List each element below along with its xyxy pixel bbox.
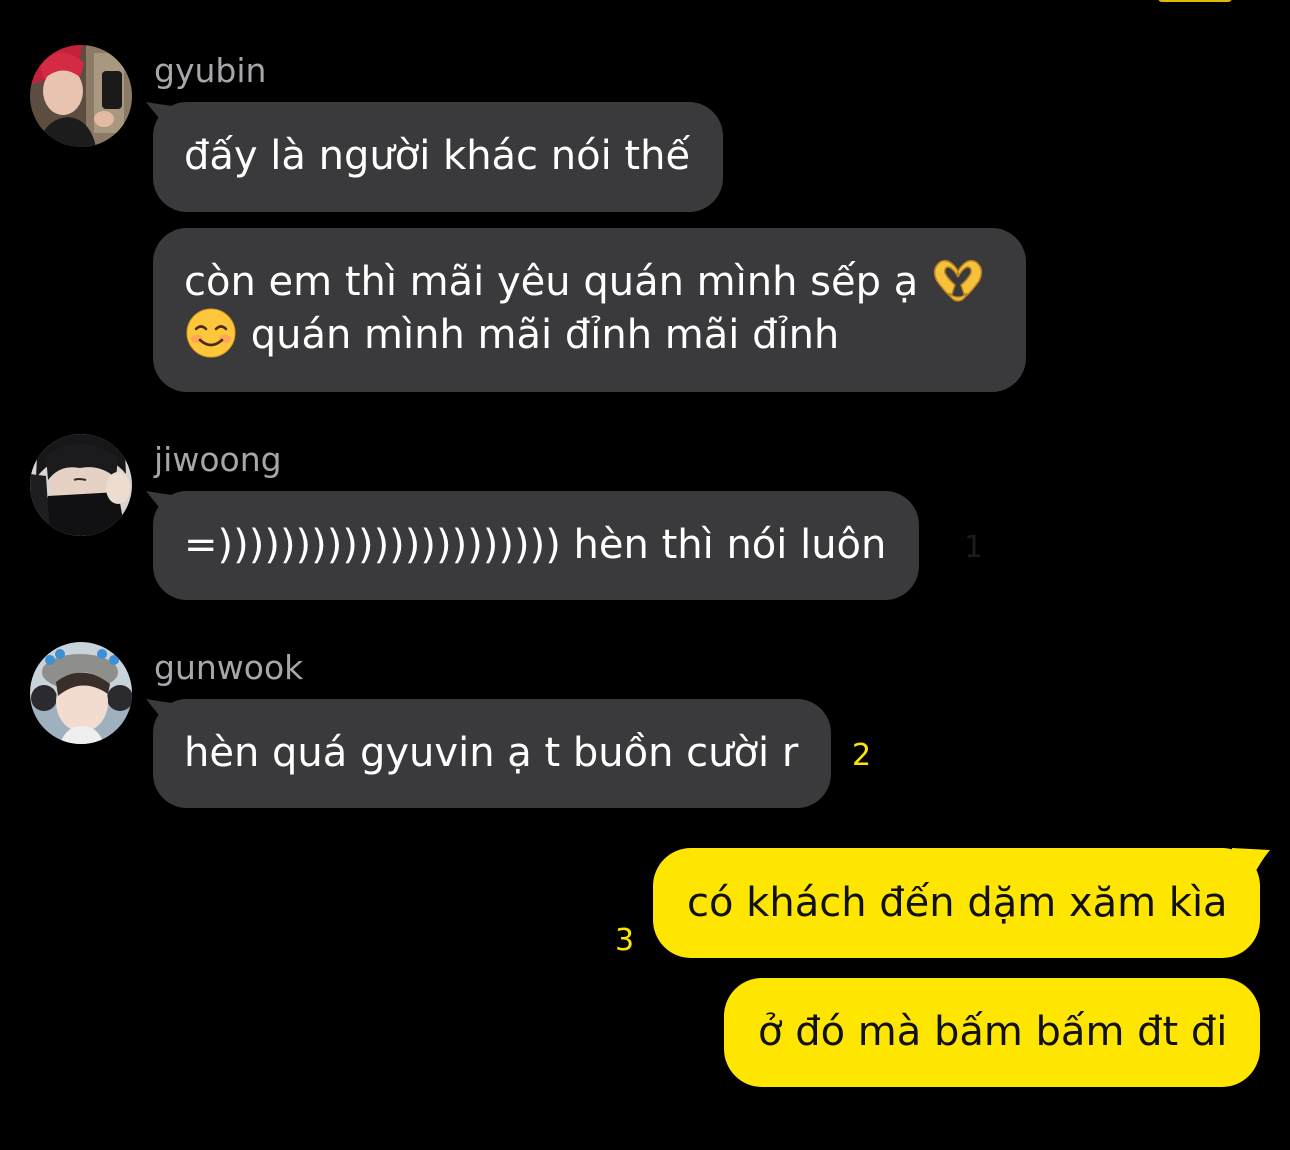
message-bubble[interactable]: có khách đến dặm xăm kìa xyxy=(653,848,1260,958)
message-text: ở đó mà bấm bấm đt đi xyxy=(758,1009,1228,1055)
message-bubble[interactable]: ở đó mà bấm bấm đt đi xyxy=(724,978,1260,1087)
message-text: đấy là người khác nói thế xyxy=(184,133,691,179)
previous-message-bubble-edge xyxy=(1158,0,1232,2)
message-bubble[interactable]: hèn quá gyuvin ạ t buồn cười r xyxy=(153,699,832,808)
message-text: còn em thì mãi yêu quán mình sếp ạ xyxy=(184,259,919,305)
unread-count: 1 xyxy=(964,530,984,565)
message-line: quán mình mãi đỉnh mãi đỉnh xyxy=(184,308,993,362)
sender-name-gunwook: gunwook xyxy=(154,648,304,687)
unread-count: 3 xyxy=(615,923,635,958)
message-text: =)))))))))))))))))))))) hèn thì nói luôn xyxy=(184,522,887,568)
avatar-gunwook[interactable] xyxy=(30,642,132,744)
message-text: hèn quá gyuvin ạ t buồn cười r xyxy=(184,730,799,776)
message-line: còn em thì mãi yêu quán mình sếp ạ xyxy=(184,256,993,309)
message-bubble[interactable]: còn em thì mãi yêu quán mình sếp ạ quán … xyxy=(153,228,1026,392)
heart-hands-emoji-icon xyxy=(931,255,985,305)
sender-name-jiwoong: jiwoong xyxy=(154,440,282,479)
message-text: quán mình mãi đỉnh mãi đỉnh xyxy=(250,312,840,358)
message-bubble[interactable]: =)))))))))))))))))))))) hèn thì nói luôn xyxy=(153,491,920,600)
message-text: có khách đến dặm xăm kìa xyxy=(687,880,1228,926)
smiling-face-emoji-icon xyxy=(184,308,238,358)
unread-count: 2 xyxy=(852,738,872,773)
avatar-jiwoong[interactable] xyxy=(30,434,132,536)
message-bubble[interactable]: đấy là người khác nói thế xyxy=(153,102,724,212)
bubble-tail-icon xyxy=(1232,848,1270,882)
avatar-gyubin[interactable] xyxy=(30,45,132,147)
sender-name-gyubin: gyubin xyxy=(154,51,267,90)
